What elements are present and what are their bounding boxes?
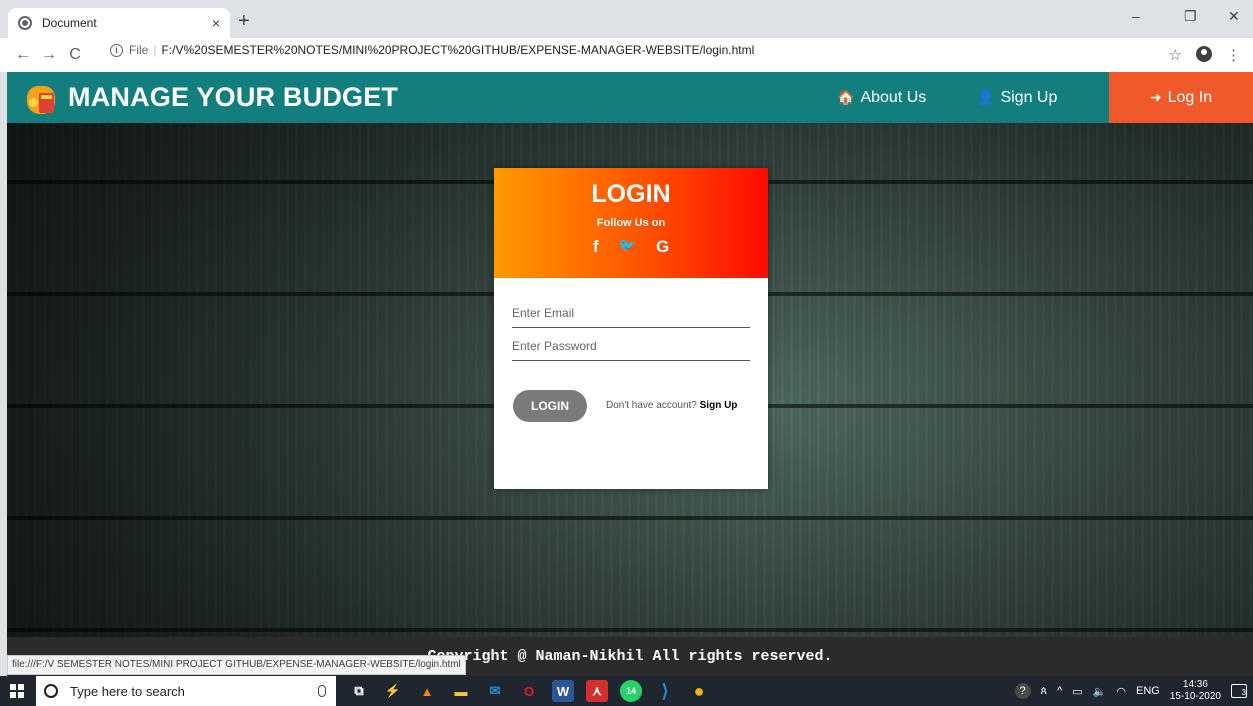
restore-button[interactable]: ❐ bbox=[1184, 8, 1197, 25]
tab-close-icon[interactable]: × bbox=[212, 15, 220, 31]
email-field[interactable]: Enter Email bbox=[512, 306, 750, 328]
bookmark-star-icon[interactable]: ☆ bbox=[1169, 46, 1182, 64]
language-indicator[interactable]: ENG bbox=[1136, 685, 1160, 697]
follow-us-label: Follow Us on bbox=[596, 217, 666, 229]
taskbar-search-placeholder: Type here to search bbox=[70, 683, 185, 699]
signup-link[interactable]: Sign Up bbox=[700, 400, 738, 411]
system-tray: ? ጰ ^ ▭ 🔈 ◠ ENG 14:36 15-10-2020 3 bbox=[1014, 676, 1247, 706]
facebook-icon[interactable]: f bbox=[593, 237, 599, 257]
cortana-icon bbox=[44, 684, 58, 698]
lightning-app-icon[interactable]: ⚡ bbox=[382, 680, 404, 702]
address-bar-row: ← → C i File | F:/V%20SEMESTER%20NOTES/M… bbox=[0, 38, 1253, 72]
battery-icon[interactable]: ▭ bbox=[1072, 685, 1082, 698]
twitter-icon[interactable]: 🐦 bbox=[619, 237, 636, 257]
chevron-up-icon[interactable]: ^ bbox=[1057, 685, 1062, 697]
page-viewport: MANAGE YOUR BUDGET 🏠 About Us 👤 Sign Up … bbox=[7, 72, 1253, 676]
omnibox[interactable]: i File | F:/V%20SEMESTER%20NOTES/MINI%20… bbox=[110, 43, 754, 57]
sign-in-icon: ➜ bbox=[1149, 89, 1162, 105]
money-bag-logo-icon bbox=[26, 80, 56, 116]
help-icon[interactable]: ? bbox=[1014, 683, 1031, 699]
vscode-icon[interactable]: ⟩ bbox=[654, 680, 676, 702]
user-plus-icon: 👤 bbox=[977, 89, 995, 105]
taskbar-apps: ⧉ ⚡ ▲ ▬ ✉ O W ⋏ 14 ⟩ ● bbox=[342, 680, 716, 702]
reload-button[interactable]: C bbox=[62, 46, 88, 64]
windows-start-icon[interactable] bbox=[10, 684, 24, 698]
windows-taskbar: Type here to search ⧉ ⚡ ▲ ▬ ✉ O W ⋏ 14 ⟩… bbox=[0, 676, 1253, 706]
chrome-icon[interactable]: ● bbox=[688, 680, 710, 702]
no-account-text: Don't have account? bbox=[606, 400, 697, 411]
info-icon[interactable]: i bbox=[110, 43, 123, 57]
toolbar-right: ☆ ⋮ bbox=[1169, 46, 1241, 64]
notification-center-icon[interactable]: 3 bbox=[1231, 684, 1247, 698]
password-field[interactable]: Enter Password bbox=[512, 339, 750, 361]
signup-prompt: Don't have account? Sign Up bbox=[606, 400, 737, 411]
browser-tab[interactable]: Document × bbox=[8, 8, 230, 38]
file-explorer-icon[interactable]: ▬ bbox=[450, 680, 472, 702]
task-view-icon[interactable]: ⧉ bbox=[348, 680, 370, 702]
taskbar-clock[interactable]: 14:36 15-10-2020 bbox=[1170, 679, 1221, 703]
browser-menu-icon[interactable]: ⋮ bbox=[1226, 46, 1241, 64]
login-title: LOGIN bbox=[591, 180, 671, 208]
vlc-icon[interactable]: ▲ bbox=[416, 680, 438, 702]
site-brand[interactable]: MANAGE YOUR BUDGET bbox=[68, 82, 398, 113]
mail-icon[interactable]: ✉ bbox=[484, 680, 506, 702]
nav-about-us-label: About Us bbox=[860, 88, 927, 106]
wifi-icon[interactable]: ◠ bbox=[1116, 685, 1126, 698]
login-card-header: LOGIN Follow Us on f 🐦 G bbox=[494, 168, 768, 278]
browser-status-bar: file:///F:/V SEMESTER NOTES/MINI PROJECT… bbox=[7, 655, 466, 675]
minimize-button[interactable]: – bbox=[1132, 8, 1140, 24]
nav-log-in[interactable]: ➜ Log In bbox=[1109, 72, 1253, 123]
volume-icon[interactable]: 🔈 bbox=[1093, 685, 1107, 698]
clock-date: 15-10-2020 bbox=[1169, 691, 1221, 702]
browser-tab-strip: Document × + – ❐ ✕ bbox=[0, 0, 1253, 38]
login-card: LOGIN Follow Us on f 🐦 G Enter Email Ent… bbox=[494, 168, 768, 489]
word-icon[interactable]: W bbox=[552, 680, 574, 702]
login-button[interactable]: LOGIN bbox=[513, 390, 587, 422]
taskbar-search-box[interactable]: Type here to search bbox=[36, 676, 336, 706]
profile-icon[interactable] bbox=[1196, 46, 1212, 62]
nav-log-in-label: Log In bbox=[1167, 88, 1213, 106]
tab-title: Document bbox=[42, 16, 97, 30]
nav-about-us[interactable]: 🏠 About Us bbox=[837, 72, 926, 123]
back-button[interactable]: ← bbox=[10, 46, 36, 64]
new-tab-button[interactable]: + bbox=[238, 10, 250, 33]
nav-sign-up[interactable]: 👤 Sign Up bbox=[977, 72, 1057, 123]
people-icon[interactable]: ጰ bbox=[1041, 685, 1048, 698]
opera-icon[interactable]: O bbox=[518, 680, 540, 702]
site-navbar: MANAGE YOUR BUDGET 🏠 About Us 👤 Sign Up … bbox=[7, 72, 1253, 123]
acrobat-icon[interactable]: ⋏ bbox=[586, 680, 608, 702]
google-icon[interactable]: G bbox=[656, 237, 669, 257]
globe-icon bbox=[18, 16, 32, 30]
forward-button[interactable]: → bbox=[36, 46, 62, 64]
url-separator: | bbox=[153, 43, 157, 57]
home-icon: 🏠 bbox=[837, 89, 855, 105]
url-text[interactable]: F:/V%20SEMESTER%20NOTES/MINI%20PROJECT%2… bbox=[161, 43, 754, 57]
nav-sign-up-label: Sign Up bbox=[1000, 88, 1058, 106]
microphone-icon[interactable] bbox=[318, 685, 326, 697]
url-scheme: File bbox=[129, 43, 149, 57]
clock-time: 14:36 bbox=[1182, 679, 1208, 690]
copyright-text: Copyright @ Naman-Nikhil All rights rese… bbox=[427, 648, 833, 665]
close-window-button[interactable]: ✕ bbox=[1228, 8, 1240, 25]
social-links: f 🐦 G bbox=[494, 237, 768, 257]
whatsapp-icon[interactable]: 14 bbox=[620, 680, 642, 702]
